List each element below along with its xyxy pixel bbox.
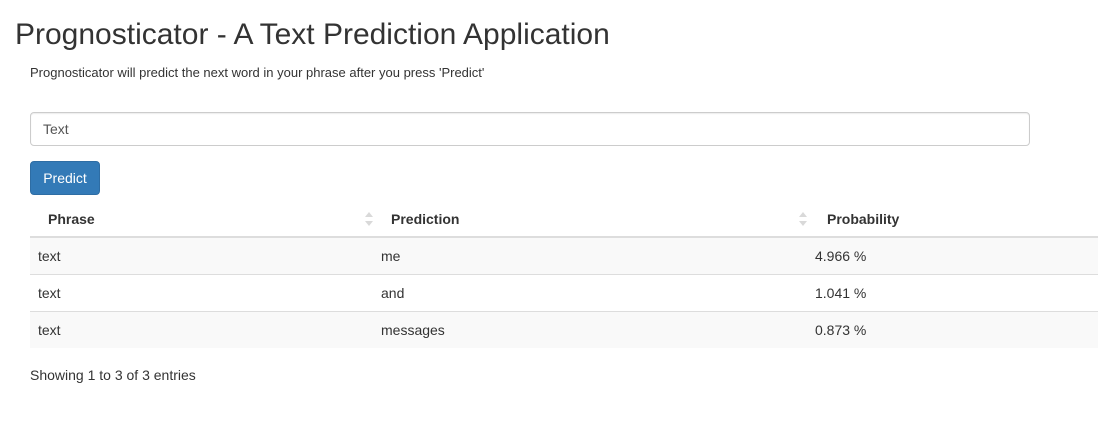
- cell-probability: 0.873 %: [807, 310, 1098, 348]
- table-row: text messages 0.873 %: [30, 310, 1098, 348]
- predict-button[interactable]: Predict: [30, 161, 100, 195]
- cell-prediction: messages: [373, 310, 807, 348]
- phrase-input[interactable]: [30, 112, 1030, 146]
- table-header-row: Phrase Prediction Probability: [30, 201, 1098, 238]
- page-subtitle: Prognosticator will predict the next wor…: [30, 65, 485, 80]
- cell-phrase: text: [30, 310, 373, 348]
- column-header-label: Probability: [827, 210, 900, 227]
- column-header-label: Prediction: [391, 210, 460, 227]
- sort-both-icon: [365, 212, 373, 226]
- page: Prognosticator - A Text Prediction Appli…: [0, 0, 1098, 438]
- sort-both-icon: [799, 212, 807, 226]
- table-row: text me 4.966 %: [30, 236, 1098, 274]
- cell-probability: 4.966 %: [807, 236, 1098, 274]
- table-info: Showing 1 to 3 of 3 entries: [30, 367, 196, 383]
- cell-probability: 1.041 %: [807, 273, 1098, 311]
- cell-prediction: and: [373, 273, 807, 311]
- cell-phrase: text: [30, 236, 373, 274]
- column-header-phrase[interactable]: Phrase: [30, 201, 373, 238]
- prediction-table-container: Phrase Prediction Probability text me 4.…: [30, 201, 1098, 348]
- page-title: Prognosticator - A Text Prediction Appli…: [15, 18, 610, 51]
- cell-phrase: text: [30, 273, 373, 311]
- column-header-label: Phrase: [48, 210, 95, 227]
- prediction-table: Phrase Prediction Probability text me 4.…: [30, 201, 1098, 348]
- column-header-prediction[interactable]: Prediction: [373, 201, 807, 238]
- table-row: text and 1.041 %: [30, 273, 1098, 311]
- column-header-probability: Probability: [807, 201, 1098, 238]
- cell-prediction: me: [373, 236, 807, 274]
